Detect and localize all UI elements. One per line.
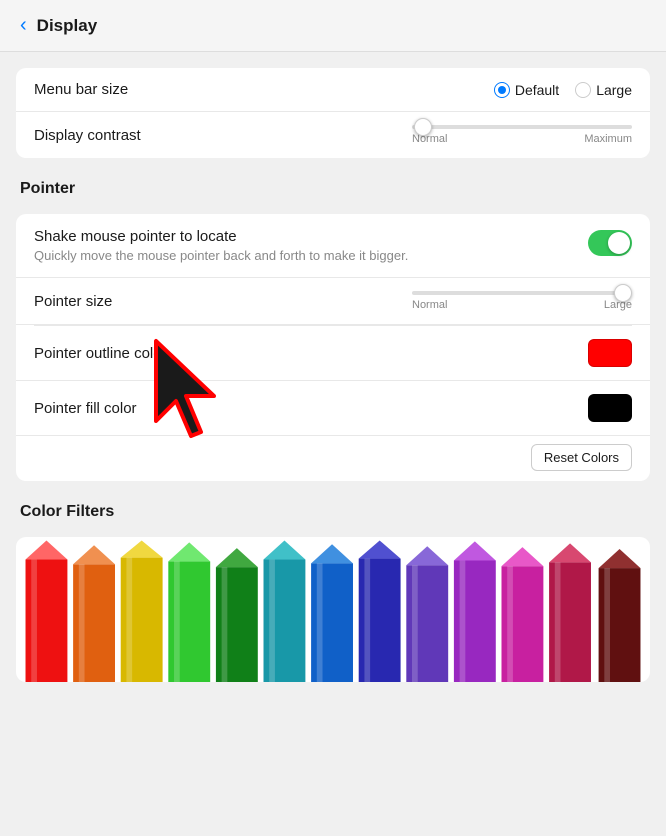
display-contrast-row: Display contrast Normal Maximum — [16, 112, 650, 158]
shake-mouse-sublabel: Quickly move the mouse pointer back and … — [34, 248, 408, 263]
radio-large-label: Large — [596, 82, 632, 98]
pointer-outline-color-row: Pointer outline color — [16, 326, 650, 381]
radio-default-label: Default — [515, 82, 559, 98]
display-contrast-label: Display contrast — [34, 127, 141, 144]
radio-large[interactable]: Large — [575, 82, 632, 98]
pointer-size-labels: Normal Large — [412, 299, 632, 311]
pointer-fill-color-swatch[interactable] — [588, 394, 632, 422]
pointer-color-section: Pointer outline color Pointer fill color… — [16, 326, 650, 481]
contrast-slider-track[interactable] — [412, 125, 632, 129]
pointer-outline-color-swatch[interactable] — [588, 339, 632, 367]
shake-mouse-toggle[interactable] — [588, 230, 632, 256]
header: ‹ Display — [0, 0, 666, 52]
pointer-fill-color-label: Pointer fill color — [34, 400, 137, 417]
pointer-size-label: Pointer size — [34, 293, 112, 310]
radio-large-circle[interactable] — [575, 82, 591, 98]
page-title: Display — [37, 16, 97, 36]
contrast-min-label: Normal — [412, 133, 447, 145]
contrast-slider-labels: Normal Maximum — [412, 133, 632, 145]
pointer-size-track[interactable] — [412, 291, 632, 295]
pencils-svg — [16, 537, 650, 682]
back-chevron-icon: ‹ — [20, 14, 27, 37]
pointer-heading: Pointer — [16, 180, 650, 198]
shake-mouse-row: Shake mouse pointer to locate Quickly mo… — [16, 214, 650, 278]
content-area: Menu bar size Default Large Display cont… — [0, 52, 666, 836]
menu-bar-size-row: Menu bar size Default Large — [16, 68, 650, 112]
pointer-card: Shake mouse pointer to locate Quickly mo… — [16, 214, 650, 481]
color-filters-card — [16, 537, 650, 682]
reset-colors-row: Reset Colors — [16, 436, 650, 481]
pointer-size-min-label: Normal — [412, 299, 447, 311]
contrast-slider-thumb[interactable] — [414, 118, 432, 136]
display-settings-card: Menu bar size Default Large Display cont… — [16, 68, 650, 158]
pointer-size-thumb[interactable] — [614, 284, 632, 302]
shake-mouse-text: Shake mouse pointer to locate Quickly mo… — [34, 228, 408, 263]
shake-mouse-label: Shake mouse pointer to locate — [34, 228, 408, 245]
contrast-slider-container: Normal Maximum — [392, 125, 632, 145]
color-filters-heading: Color Filters — [16, 503, 650, 521]
reset-colors-button[interactable]: Reset Colors — [531, 444, 632, 471]
menu-bar-size-options: Default Large — [494, 82, 632, 98]
pointer-fill-color-row: Pointer fill color — [16, 381, 650, 436]
pointer-outline-color-label: Pointer outline color — [34, 345, 167, 362]
radio-default[interactable]: Default — [494, 82, 559, 98]
menu-bar-size-label: Menu bar size — [34, 81, 128, 98]
radio-default-circle[interactable] — [494, 82, 510, 98]
contrast-max-label: Maximum — [584, 133, 632, 145]
back-button[interactable]: ‹ — [20, 14, 27, 37]
pointer-size-slider-container: Normal Large — [392, 291, 632, 311]
pointer-size-row: Pointer size Normal Large — [16, 278, 650, 325]
